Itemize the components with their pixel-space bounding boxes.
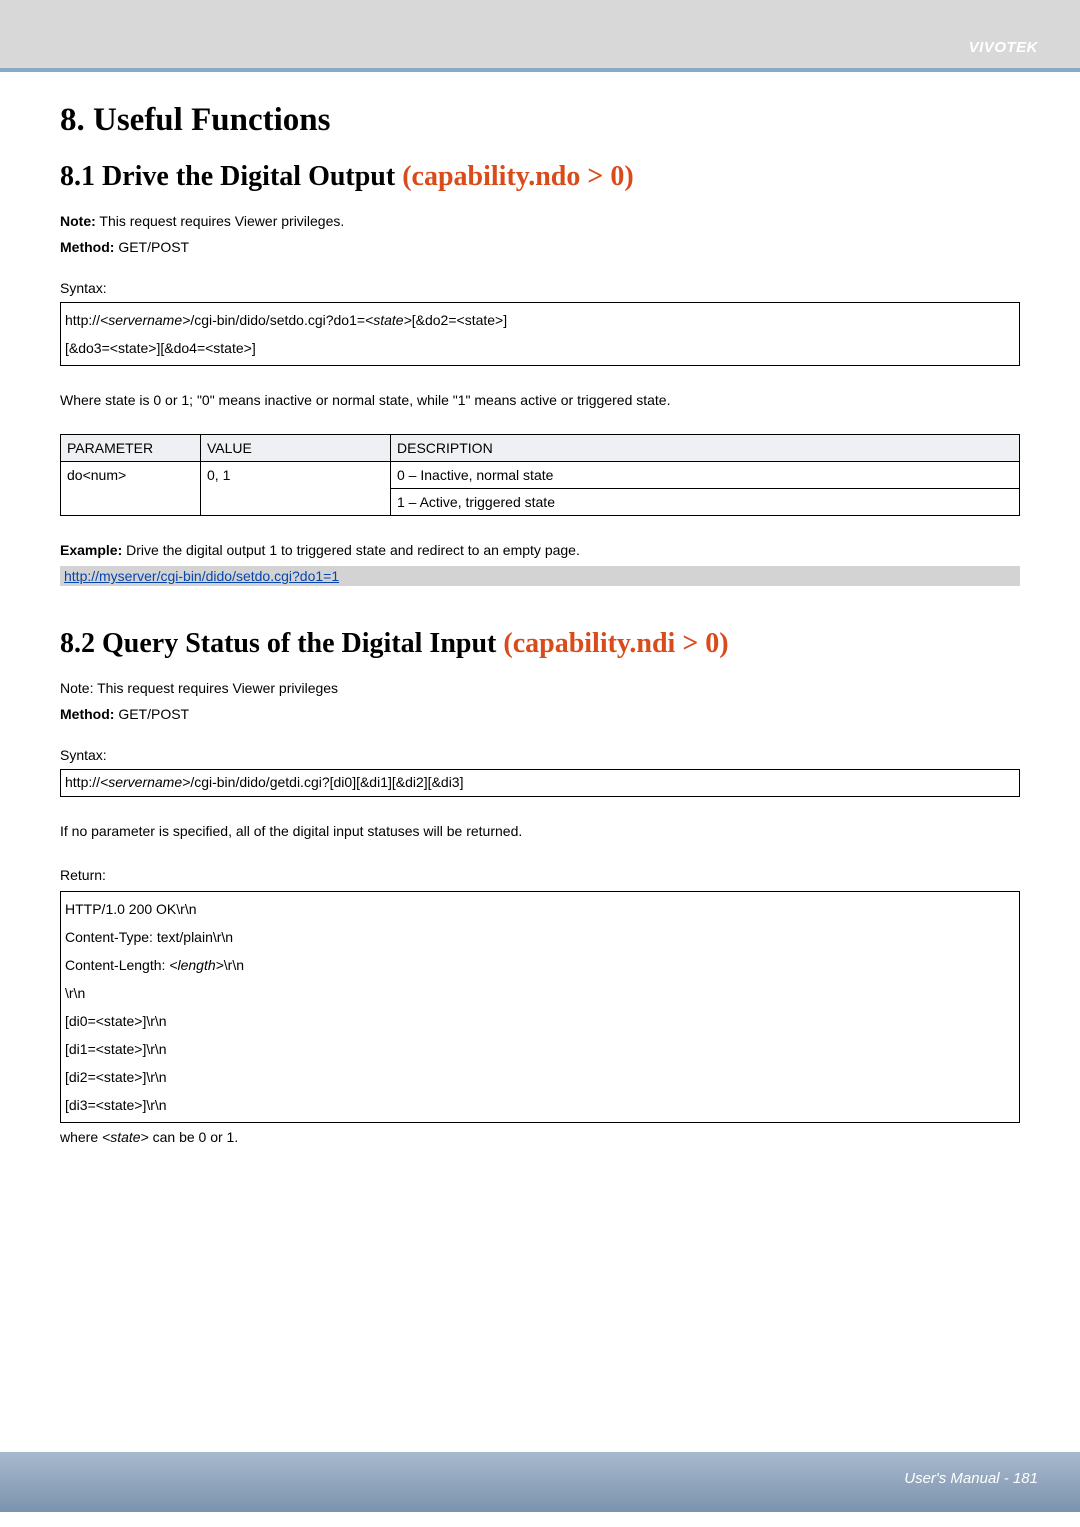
method-label: Method: <box>60 239 114 255</box>
state-description: Where state is 0 or 1; "0" means inactiv… <box>60 392 1020 408</box>
note-8-1: Note: This request requires Viewer privi… <box>60 211 1020 233</box>
method-8-1: Method: GET/POST <box>60 237 1020 259</box>
syntax-part: [&do2=<state>] <box>412 312 507 328</box>
subsection-8-1-heading-text: 8.1 Drive the Digital Output <box>60 161 402 192</box>
example-link[interactable]: http://myserver/cgi-bin/dido/setdo.cgi?d… <box>60 566 1020 586</box>
method-text: GET/POST <box>114 239 189 255</box>
subsection-8-2-capability: (capability.ndi > 0) <box>503 628 728 659</box>
where-a: where <box>60 1129 102 1145</box>
return-line: \r\n <box>65 985 85 1001</box>
note-label: Note: <box>60 213 96 229</box>
return-label: Return: <box>60 865 1020 887</box>
subsection-8-2-heading: 8.2 Query Status of the Digital Input (c… <box>60 628 1020 660</box>
syntax-part: http:// <box>65 774 100 790</box>
return-line: Content-Type: text/plain\r\n <box>65 929 233 945</box>
footer-bar: User's Manual - 181 <box>0 1452 1080 1512</box>
syntax-box-8-2: http://<servername>/cgi-bin/dido/getdi.c… <box>60 769 1020 797</box>
return-box: HTTP/1.0 200 OK\r\n Content-Type: text/p… <box>60 891 1020 1123</box>
table-header-row: PARAMETER VALUE DESCRIPTION <box>61 435 1020 462</box>
page-content: 8. Useful Functions 8.1 Drive the Digita… <box>0 72 1080 1452</box>
where-state: <state> <box>102 1129 149 1145</box>
header-bar: VIVOTEK <box>0 0 1080 72</box>
syntax-part: /cgi-bin/dido/getdi.cgi?[di0][&di1][&di2… <box>190 774 463 790</box>
page-number: User's Manual - 181 <box>904 1470 1038 1487</box>
syntax-part: http:// <box>65 312 100 328</box>
brand-label: VIVOTEK <box>969 39 1038 56</box>
syntax-label-8-2: Syntax: <box>60 747 1020 763</box>
where-c: can be 0 or 1. <box>149 1129 239 1145</box>
example-8-1: Example: Drive the digital output 1 to t… <box>60 540 1020 562</box>
syntax-servername: <servername> <box>100 312 190 328</box>
subsection-8-1-heading: 8.1 Drive the Digital Output (capability… <box>60 161 1020 193</box>
return-line: [di3=<state>]\r\n <box>65 1097 167 1113</box>
note-text: This request requires Viewer privileges. <box>96 213 345 229</box>
th-value: VALUE <box>201 435 391 462</box>
parameter-table: PARAMETER VALUE DESCRIPTION do<num> 0, 1… <box>60 434 1020 516</box>
syntax-box-8-1: http://<servername>/cgi-bin/dido/setdo.c… <box>60 302 1020 366</box>
subsection-8-1-capability: (capability.ndo > 0) <box>402 161 633 192</box>
method-text: GET/POST <box>114 706 189 722</box>
td-desc-0: 0 – Inactive, normal state <box>391 462 1020 489</box>
th-parameter: PARAMETER <box>61 435 201 462</box>
syntax-part: /cgi-bin/dido/setdo.cgi?do1= <box>190 312 365 328</box>
method-label: Method: <box>60 706 114 722</box>
syntax-state: <state> <box>365 312 412 328</box>
where-note: where <state> can be 0 or 1. <box>60 1127 1020 1149</box>
example-label: Example: <box>60 542 122 558</box>
subsection-8-2-heading-text: 8.2 Query Status of the Digital Input <box>60 628 503 659</box>
td-param: do<num> <box>61 462 201 516</box>
td-desc-1: 1 – Active, triggered state <box>391 489 1020 516</box>
return-line: \r\n <box>224 957 244 973</box>
table-row: do<num> 0, 1 0 – Inactive, normal state <box>61 462 1020 489</box>
return-length: <length> <box>169 957 224 973</box>
return-line: [di2=<state>]\r\n <box>65 1069 167 1085</box>
no-param-desc: If no parameter is specified, all of the… <box>60 823 1020 839</box>
return-line: HTTP/1.0 200 OK\r\n <box>65 901 197 917</box>
note-8-2: Note: This request requires Viewer privi… <box>60 678 1020 700</box>
return-line: Content-Length: <box>65 957 169 973</box>
section-title: 8. Useful Functions <box>60 102 1020 139</box>
return-line: [di0=<state>]\r\n <box>65 1013 167 1029</box>
syntax-line2: [&do3=<state>][&do4=<state>] <box>65 340 256 356</box>
example-text: Drive the digital output 1 to triggered … <box>122 542 580 558</box>
syntax-servername: <servername> <box>100 774 190 790</box>
td-value: 0, 1 <box>201 462 391 516</box>
method-8-2: Method: GET/POST <box>60 704 1020 726</box>
return-line: [di1=<state>]\r\n <box>65 1041 167 1057</box>
th-description: DESCRIPTION <box>391 435 1020 462</box>
syntax-label-8-1: Syntax: <box>60 280 1020 296</box>
